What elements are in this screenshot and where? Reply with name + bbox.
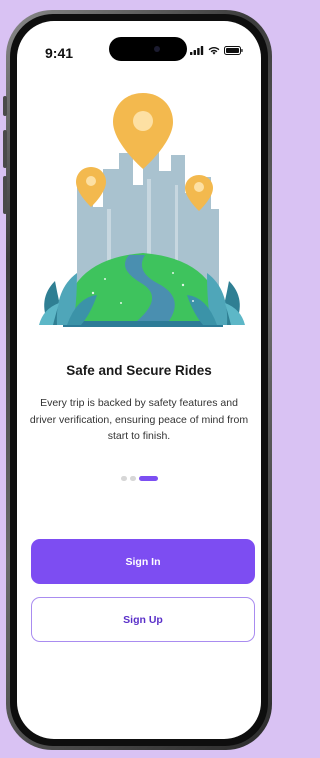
phone-frame: 9:41 Safe and Secure Rides Every trip is…	[6, 10, 272, 750]
front-camera-icon	[154, 46, 160, 52]
volume-down-button	[3, 176, 7, 214]
city-safety-illustration	[39, 93, 245, 327]
onboarding-description: Every trip is backed by safety features …	[29, 397, 249, 442]
wifi-icon	[208, 46, 220, 55]
page-indicator	[17, 476, 261, 481]
dynamic-island	[109, 37, 187, 61]
phone-bezel: 9:41 Safe and Secure Rides Every trip is…	[10, 14, 268, 746]
status-bar: 9:41	[17, 21, 261, 65]
status-time: 9:41	[45, 45, 74, 61]
page-dot[interactable]	[120, 476, 127, 481]
screen: 9:41 Safe and Secure Rides Every trip is…	[17, 21, 261, 739]
status-icons	[190, 46, 243, 55]
sign-up-button[interactable]: Sign Up	[31, 597, 255, 642]
page-dot-active[interactable]	[138, 476, 158, 481]
page-dot[interactable]	[129, 476, 136, 481]
volume-up-button	[3, 130, 7, 168]
side-button	[3, 96, 7, 116]
cellular-signal-icon	[190, 46, 204, 55]
onboarding-title: Safe and Secure Rides	[66, 363, 212, 378]
sign-in-button[interactable]: Sign In	[31, 539, 255, 584]
battery-icon	[224, 46, 243, 55]
